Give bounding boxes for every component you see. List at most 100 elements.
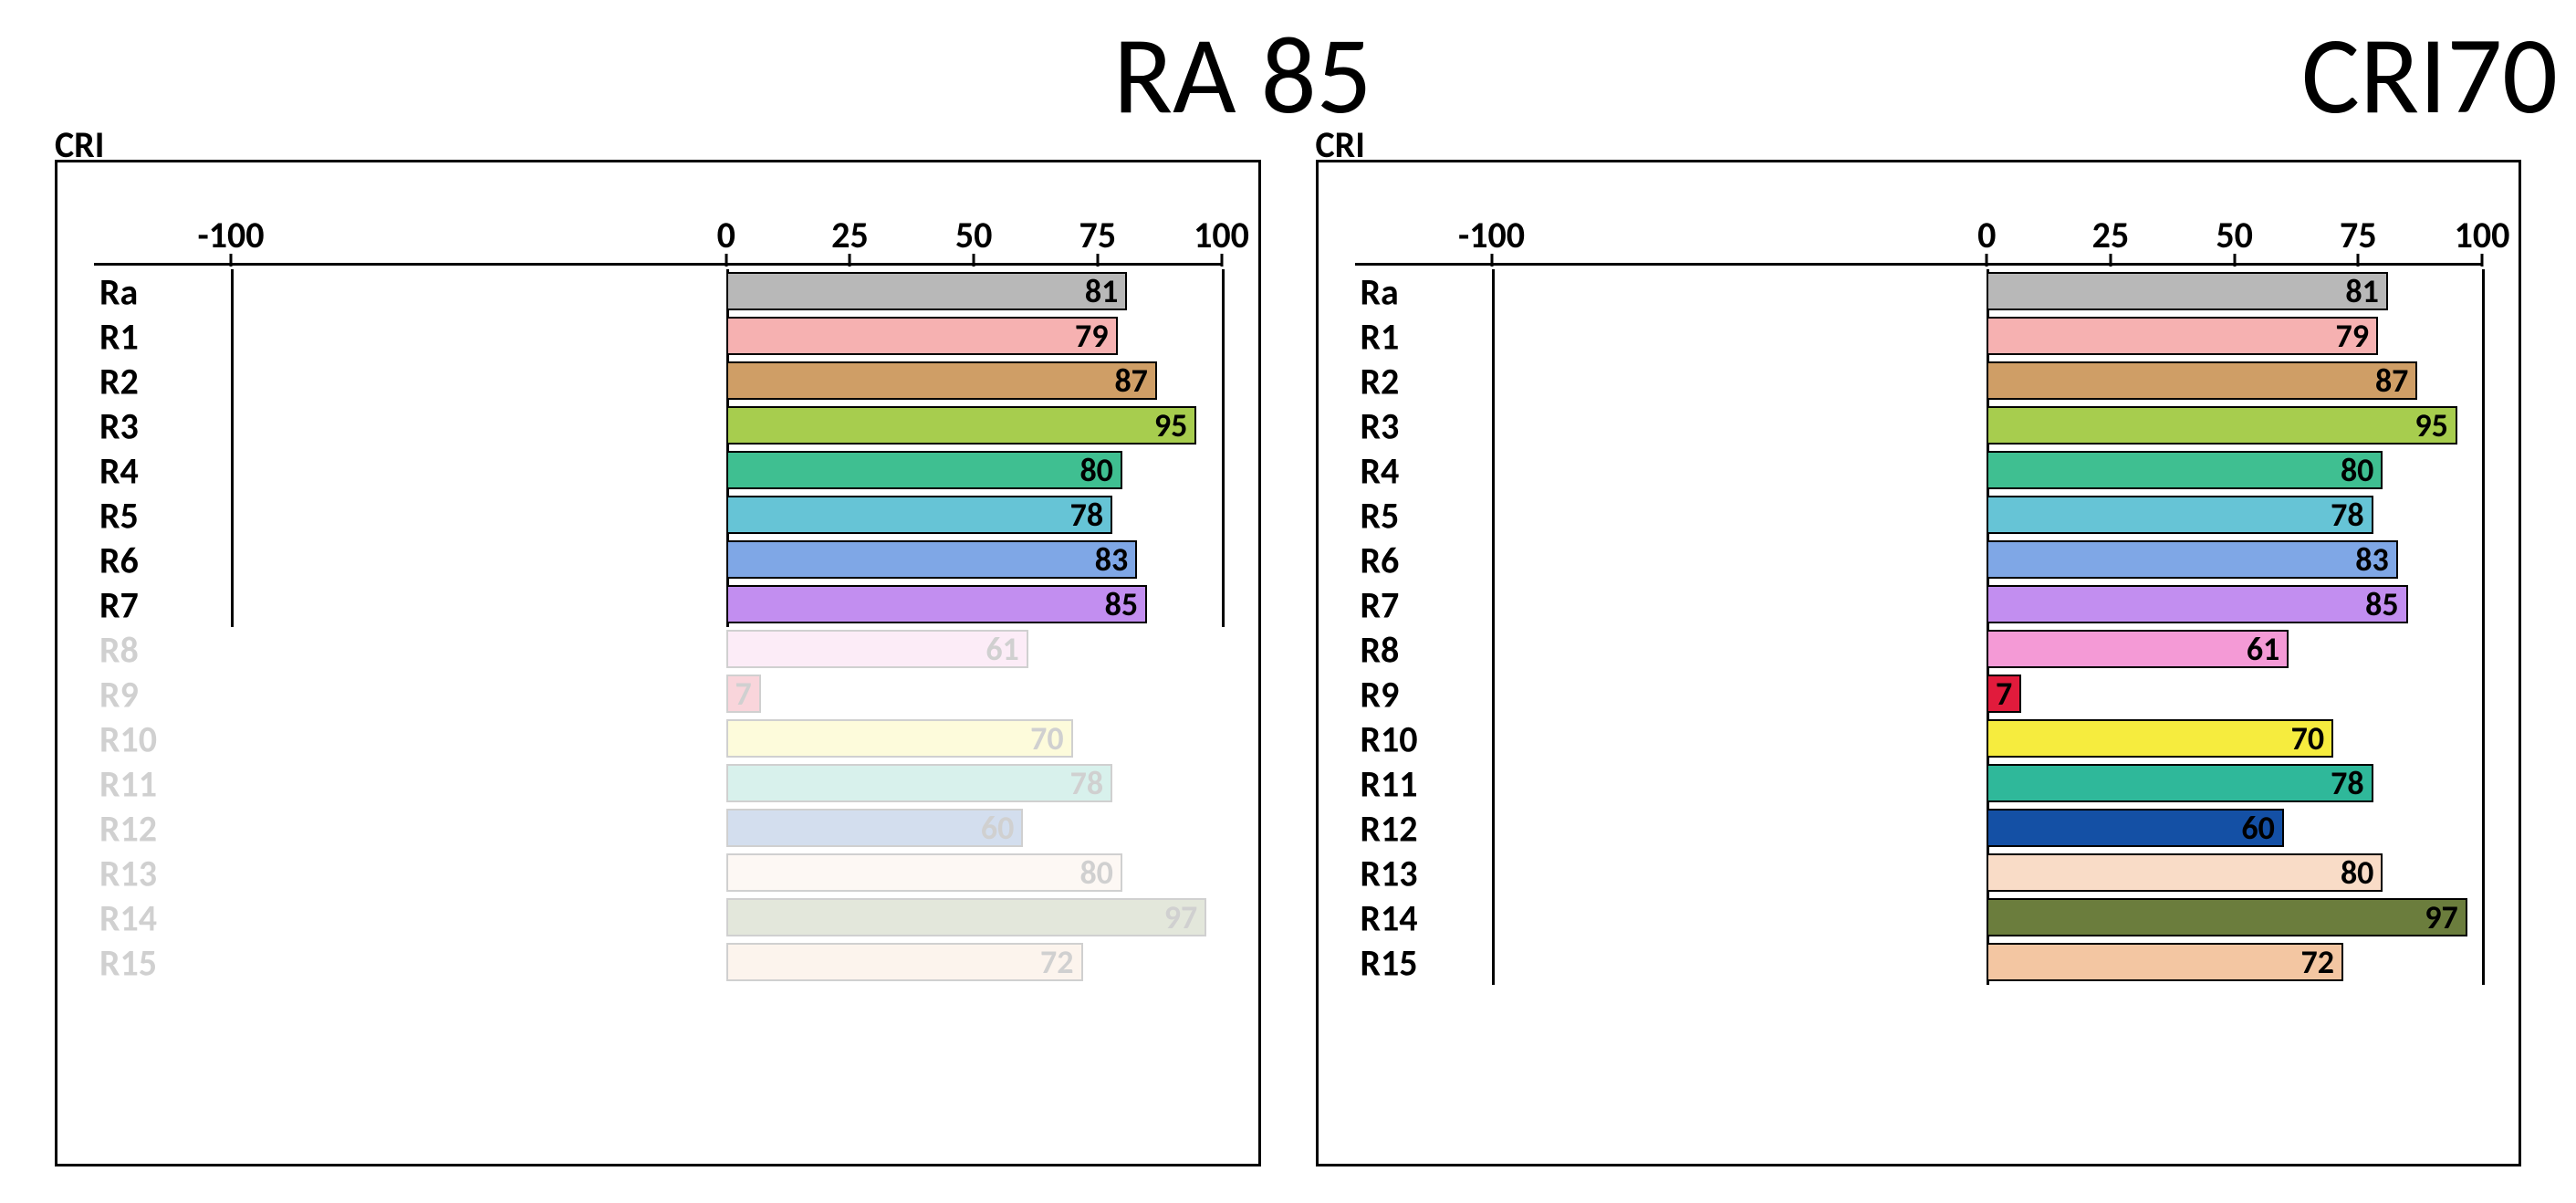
bar: 83 [1987, 540, 2397, 579]
bar-row: R1178 [94, 761, 1222, 806]
row-label: R14 [1355, 895, 1488, 940]
row-label: R2 [1355, 359, 1488, 403]
bar-value: 97 [1164, 897, 1198, 937]
row-label: R15 [1355, 940, 1488, 985]
row-label: R10 [1355, 717, 1488, 761]
bar-row: Ra 81 [94, 269, 1222, 314]
row-label: R13 [1355, 851, 1488, 895]
bar-value: 81 [2345, 271, 2379, 311]
bar: 80 [726, 853, 1122, 892]
row-label: R6 [1355, 538, 1488, 582]
chart-right-bars: Ra81R179R287R395R480R578R683R785R861R97R… [1355, 269, 2483, 985]
chart-right-plot: -1000255075100 Ra81R179R287R395R480R578R… [1355, 213, 2483, 1109]
chart-right-frame: -1000255075100 Ra81R179R287R395R480R578R… [1316, 160, 2522, 1166]
row-label: R14 [94, 895, 227, 940]
bar: 87 [1987, 361, 2417, 400]
bar-row: R14 97 [94, 895, 1222, 940]
axis-tick: -100 [1458, 213, 1525, 257]
bar-row: R1 79 [1355, 314, 2483, 359]
bar-row: R1178 [1355, 761, 2483, 806]
bar: 60 [1987, 809, 2284, 847]
bar-row: R10 70 [1355, 717, 2483, 761]
bar-row: R3 95 [94, 403, 1222, 448]
bar: 81 [1987, 272, 2388, 310]
bar-row: R14 97 [1355, 895, 2483, 940]
bar-value: 61 [2247, 629, 2280, 669]
bar-row: R13 80 [1355, 851, 2483, 895]
bar-value: 7 [1996, 674, 2012, 714]
chart-right-axis: -1000255075100 [1355, 213, 2483, 269]
row-label: Ra [94, 269, 227, 314]
row-label: R10 [94, 717, 227, 761]
hundred-line [2482, 269, 2485, 985]
bar: 79 [1987, 317, 2378, 355]
bar: 81 [726, 272, 1128, 310]
row-label: R15 [94, 940, 227, 985]
bar: 70 [1987, 719, 2333, 758]
bar: 70 [726, 719, 1073, 758]
bar: 78 [1987, 496, 2373, 534]
chart-left-axis: -1000255075100 [94, 213, 1222, 269]
axis-tick: 0 [717, 213, 735, 257]
bar-row: R287 [94, 359, 1222, 403]
hundred-line [1222, 269, 1225, 627]
row-label: R4 [1355, 448, 1488, 493]
row-label: R11 [1355, 761, 1488, 806]
axis-tick: 50 [955, 213, 993, 257]
bar-row: R2 87 [1355, 359, 2483, 403]
bar-value: 60 [981, 808, 1015, 848]
bar-value: 83 [1095, 539, 1129, 580]
bar: 78 [726, 764, 1112, 802]
title-right: CRI70 [2301, 9, 2558, 142]
bar: 85 [726, 585, 1147, 623]
bar-value: 78 [2331, 495, 2364, 535]
bar-value: 78 [1070, 495, 1104, 535]
bar-row: R1 79 [94, 314, 1222, 359]
bar-value: 80 [2341, 853, 2374, 893]
bar-row: R480 [94, 448, 1222, 493]
bar-value: 95 [1154, 405, 1188, 445]
row-label: R5 [94, 493, 227, 538]
chart-left-frame: -1000255075100 Ra81R179R287R395R480R578R… [55, 160, 1261, 1166]
bar-row: R10 70 [94, 717, 1222, 761]
bar: 80 [1987, 451, 2383, 489]
axis-tick: 0 [1977, 213, 1996, 257]
charts-row: CRI -1000255075100 Ra81R179R287R395R480R… [55, 137, 2521, 1166]
chart-left-plot: -1000255075100 Ra81R179R287R395R480R578R… [94, 213, 1222, 1109]
bar-row: Ra81 [1355, 269, 2483, 314]
bar-value: 97 [2425, 897, 2458, 937]
bar: 79 [726, 317, 1118, 355]
bar-row: R5 78 [94, 493, 1222, 538]
bar-value: 85 [2365, 584, 2399, 624]
row-label: R2 [94, 359, 227, 403]
bar-row: R6 83 [1355, 538, 2483, 582]
bar-value: 80 [1079, 853, 1113, 893]
bar-row: R7 85 [94, 582, 1222, 627]
row-label: R1 [1355, 314, 1488, 359]
bar: 7 [726, 675, 761, 713]
row-label: R5 [1355, 493, 1488, 538]
axis-tick: 75 [1079, 213, 1117, 257]
bar-value: 70 [2291, 718, 2325, 758]
bar: 80 [1987, 853, 2383, 892]
row-label: R7 [94, 582, 227, 627]
axis-tick: 50 [2216, 213, 2253, 257]
bar: 85 [1987, 585, 2407, 623]
bar-value: 72 [2301, 942, 2335, 982]
bar-value: 78 [1070, 763, 1104, 803]
bar-value: 79 [1075, 316, 1109, 356]
row-label: R3 [94, 403, 227, 448]
bar-value: 87 [2375, 361, 2409, 401]
row-label: R1 [94, 314, 227, 359]
bar-value: 95 [2414, 405, 2448, 445]
row-label: R12 [94, 806, 227, 851]
chart-left: CRI -1000255075100 Ra81R179R287R395R480R… [55, 137, 1261, 1166]
chart-right: CRI -1000255075100 Ra81R179R287R395R480R… [1316, 137, 2522, 1166]
bar-row: R785 [1355, 582, 2483, 627]
bar: 80 [726, 451, 1122, 489]
bar-row: R4 80 [1355, 448, 2483, 493]
bar-row: R97 [1355, 672, 2483, 717]
row-label: R8 [94, 627, 227, 672]
bar: 95 [1987, 406, 2457, 445]
bar-value: 80 [2341, 450, 2374, 490]
